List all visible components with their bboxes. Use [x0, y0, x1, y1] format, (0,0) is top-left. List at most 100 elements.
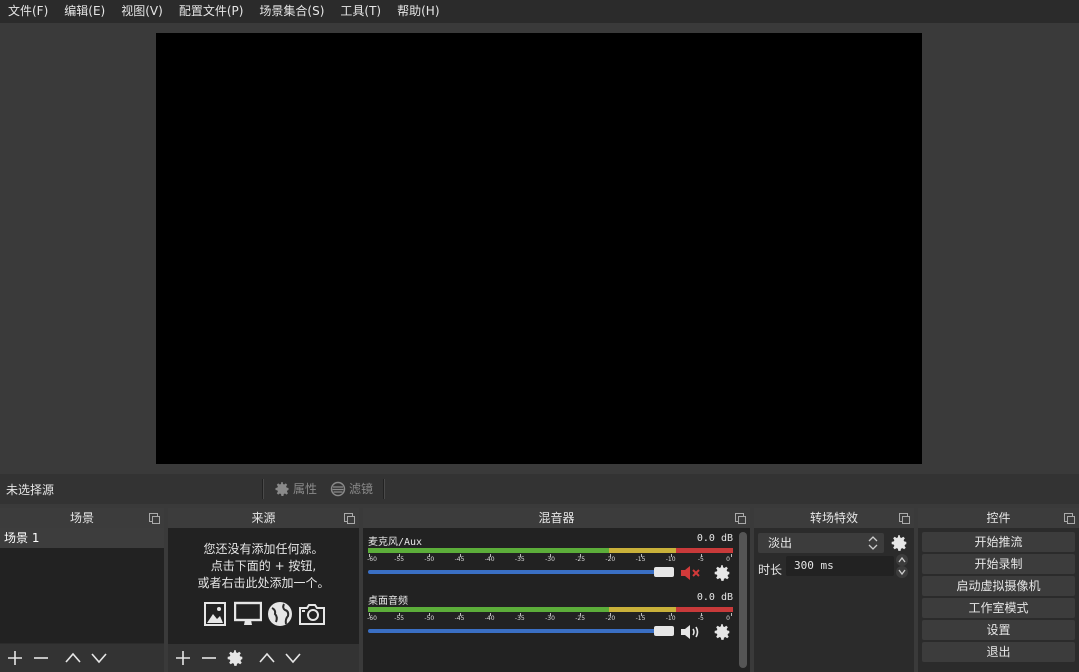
meter-tick-label: -20 — [605, 556, 616, 563]
menu-view[interactable]: 视图(V) — [113, 0, 171, 23]
volume-slider-handle[interactable] — [654, 626, 674, 636]
meter-tick-label: -60 — [367, 615, 377, 622]
sources-list[interactable]: 您还没有添加任何源。 点击下面的 + 按钮, 或者右击此处添加一个。 — [168, 528, 359, 644]
meter-tick-label: -50 — [424, 615, 435, 622]
meter-tick-label: -40 — [484, 615, 495, 622]
properties-button[interactable]: 属性 — [274, 480, 317, 497]
transition-select[interactable]: 淡出 — [758, 533, 884, 553]
scene-item[interactable]: 场景 1 — [0, 528, 164, 548]
menu-help[interactable]: 帮助(H) — [389, 0, 447, 23]
speaker-icon[interactable] — [680, 623, 702, 641]
image-source-icon — [203, 602, 226, 626]
meter-tick-label: -40 — [484, 556, 495, 563]
preview-area — [0, 23, 1079, 474]
move-source-down-button[interactable] — [282, 647, 304, 669]
meter-scale: -60 -55 -50 -45 -40 -35 -30 -25 -20 -15 -10 -5 0 — [367, 613, 733, 625]
meter-tick-label: -25 — [575, 615, 586, 622]
minus-icon — [34, 657, 48, 659]
menu-file[interactable]: 文件(F) — [0, 0, 56, 23]
controls-title: 控件 — [986, 511, 1011, 525]
transition-selected-value: 淡出 — [768, 536, 793, 550]
meter-tick-label: -5 — [697, 556, 704, 563]
meter-tick-label: -60 — [367, 556, 377, 563]
updown-arrows-icon — [868, 536, 878, 550]
undock-icon[interactable] — [344, 513, 355, 524]
meter-tick-label: -10 — [665, 615, 676, 622]
channel-name: 麦克风/Aux — [368, 537, 423, 548]
volume-slider[interactable] — [368, 629, 668, 633]
move-source-up-button[interactable] — [256, 647, 278, 669]
muted-speaker-icon[interactable] — [680, 564, 702, 582]
menu-profile[interactable]: 配置文件(P) — [171, 0, 252, 23]
meter-yellow-zone — [609, 548, 676, 553]
sources-footer — [168, 644, 359, 672]
move-scene-down-button[interactable] — [88, 647, 110, 669]
meter-tick — [731, 613, 732, 616]
transitions-title: 转场特效 — [809, 511, 858, 525]
volume-slider[interactable] — [368, 570, 668, 574]
meter-tick-label: -15 — [635, 556, 646, 563]
preview-canvas[interactable] — [156, 33, 922, 464]
duration-input[interactable]: 300 ms — [786, 556, 894, 576]
meter-tick-label: -35 — [514, 615, 525, 622]
menu-tools[interactable]: 工具(T) — [332, 0, 389, 23]
meter-tick-label: -5 — [697, 615, 704, 622]
remove-source-button[interactable] — [198, 647, 220, 669]
add-source-button[interactable] — [172, 647, 194, 669]
volume-slider-handle[interactable] — [654, 567, 674, 577]
meter-red-zone — [676, 548, 733, 553]
channel-db: 0.0 dB — [696, 592, 733, 603]
undock-icon[interactable] — [1064, 513, 1075, 524]
meter-yellow-zone — [609, 607, 676, 612]
gear-icon[interactable] — [711, 623, 733, 641]
transitions-body: 淡出 时长 300 ms — [754, 528, 914, 672]
plus-icon — [176, 651, 190, 665]
chevron-up-icon — [259, 652, 275, 663]
gear-icon[interactable] — [711, 564, 733, 582]
mixer-dock: 混音器 麦克风/Aux 0.0 dB -60 -55 -50 -45 -40 -35 -30… — [363, 508, 750, 672]
menu-edit[interactable]: 编辑(E) — [56, 0, 113, 23]
spinbox-arrows-icon[interactable] — [894, 554, 910, 578]
source-properties-button[interactable] — [224, 647, 246, 669]
remove-scene-button[interactable] — [30, 647, 52, 669]
meter-green-zone — [368, 607, 609, 612]
start-recording-button[interactable]: 开始录制 — [922, 554, 1075, 574]
meter-tick-label: -15 — [635, 615, 646, 622]
move-scene-up-button[interactable] — [62, 647, 84, 669]
meter-red-zone — [676, 607, 733, 612]
chevron-down-icon — [91, 653, 107, 664]
gear-icon[interactable] — [890, 534, 908, 552]
mixer-channel: 桌面音频 0.0 dB -60 -55 -50 -45 -40 -35 -30 -25 -20-… — [367, 591, 733, 651]
minus-icon — [202, 657, 216, 659]
meter-tick-label: -35 — [514, 556, 525, 563]
undock-icon[interactable] — [735, 513, 746, 524]
meter-tick-label: -55 — [394, 556, 405, 563]
toolbar-divider — [262, 479, 264, 499]
controls-body: 开始推流 开始录制 启动虚拟摄像机 工作室模式 设置 退出 — [918, 528, 1079, 672]
undock-icon[interactable] — [149, 513, 160, 524]
scenes-title: 场景 — [69, 511, 94, 525]
properties-label: 属性 — [293, 482, 318, 496]
mixer-title: 混音器 — [538, 511, 575, 525]
sources-hint-line: 点击下面的 + 按钮, — [210, 559, 317, 573]
start-virtual-camera-button[interactable]: 启动虚拟摄像机 — [922, 576, 1075, 596]
meter-green-zone — [368, 548, 609, 553]
add-scene-button[interactable] — [4, 647, 26, 669]
settings-button[interactable]: 设置 — [922, 620, 1075, 640]
menu-scene-collection[interactable]: 场景集合(S) — [251, 0, 332, 23]
transitions-dock: 转场特效 淡出 时长 300 ms — [754, 508, 914, 672]
sources-hint-line: 您还没有添加任何源。 — [203, 542, 324, 556]
sources-dock-title: 来源 — [168, 508, 359, 528]
filters-button[interactable]: 滤镜 — [330, 480, 373, 497]
meter-tick-label: -50 — [424, 556, 435, 563]
undock-icon[interactable] — [899, 513, 910, 524]
start-streaming-button[interactable]: 开始推流 — [922, 532, 1075, 552]
meter-scale: -60 -55 -50 -45 -40 -35 -30 -25 -20 -15 -10 -5 0 — [367, 554, 733, 566]
volume-meter — [368, 548, 733, 553]
mixer-scrollbar[interactable] — [739, 532, 747, 668]
mixer-body: 麦克风/Aux 0.0 dB -60 -55 -50 -45 -40 -35 -30 -25-… — [363, 528, 750, 672]
chevron-up-icon — [65, 652, 81, 663]
menu-bar: 文件(F) 编辑(E) 视图(V) 配置文件(P) 场景集合(S) 工具(T) … — [0, 0, 1079, 23]
studio-mode-button[interactable]: 工作室模式 — [922, 598, 1075, 618]
exit-button[interactable]: 退出 — [922, 642, 1075, 662]
